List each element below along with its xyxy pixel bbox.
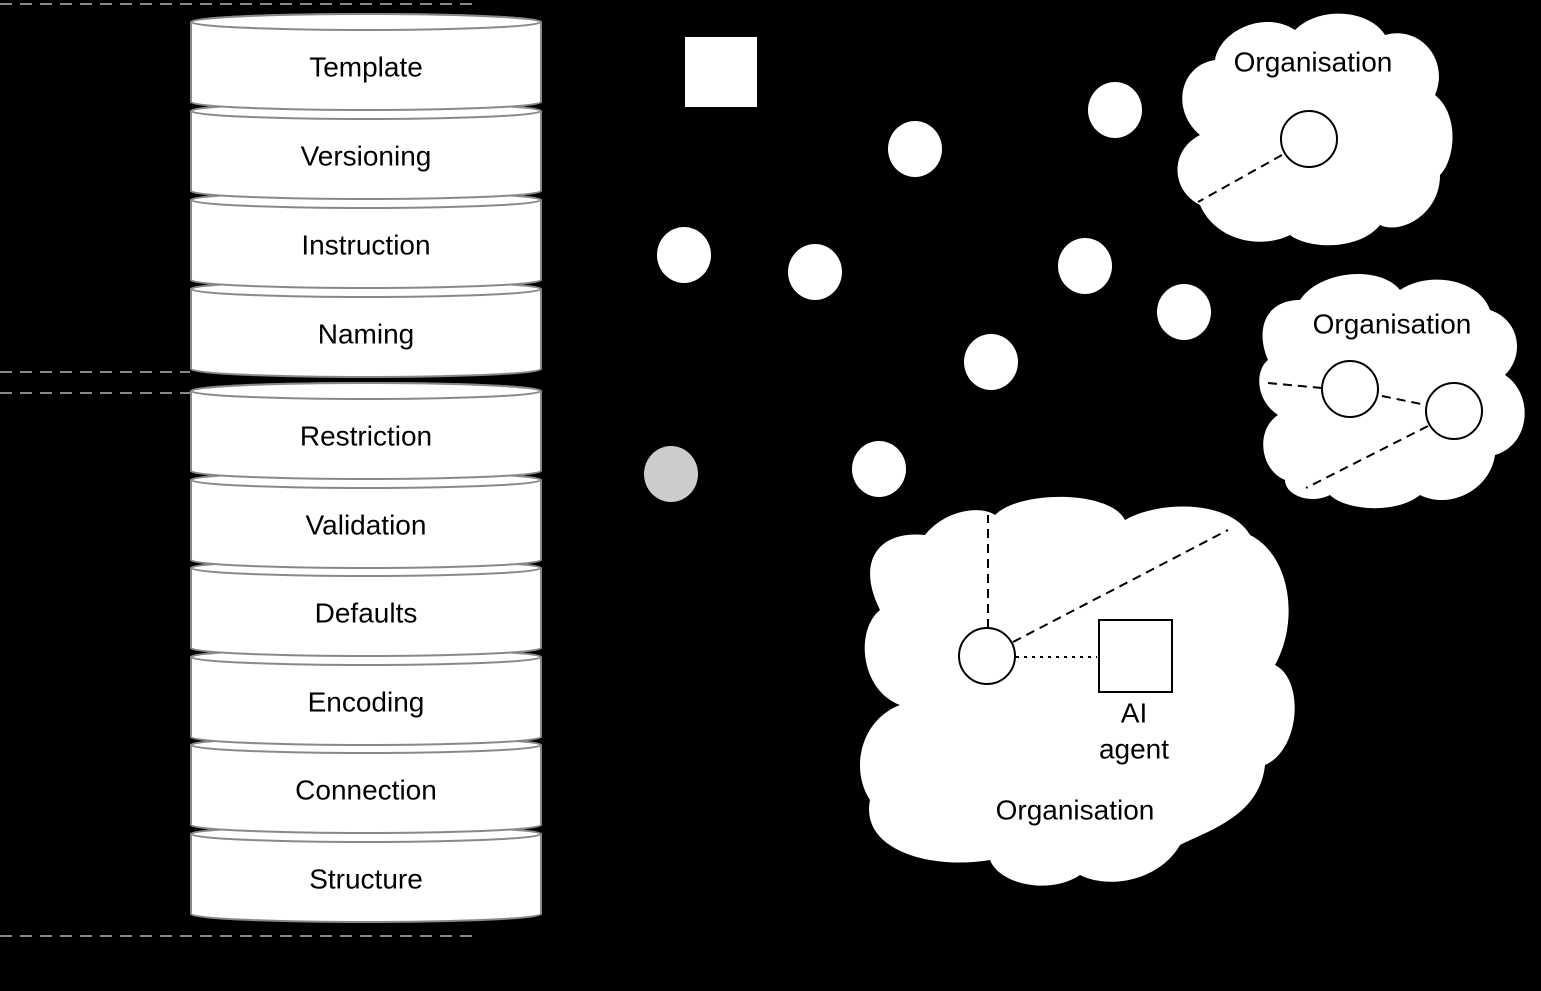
layer-label: Encoding xyxy=(308,686,425,717)
node xyxy=(1088,82,1142,138)
layer-label: Template xyxy=(309,51,423,82)
node xyxy=(788,244,842,300)
ai-agent-label-line2: agent xyxy=(1099,733,1169,764)
layer-validation: Validation xyxy=(190,471,542,569)
node xyxy=(657,227,711,283)
ai-agent-label-line1: AI xyxy=(1121,697,1147,728)
node xyxy=(888,121,942,177)
layer-defaults: Defaults xyxy=(190,559,542,657)
cloud-label: Organisation xyxy=(996,794,1155,825)
highlighted-node xyxy=(644,446,698,502)
layer-label: Restriction xyxy=(300,420,432,451)
layer-encoding: Encoding xyxy=(190,648,542,746)
layer-connection: Connection xyxy=(190,736,542,834)
layer-instruction: Instruction xyxy=(190,191,542,289)
organisation-cloud-1: Organisation xyxy=(1177,13,1453,246)
node xyxy=(1157,284,1211,340)
diagram-canvas: Structure Connection Encoding Defaults Valid… xyxy=(0,3,1525,937)
layer-top xyxy=(190,382,542,400)
layer-top xyxy=(190,13,542,31)
member-node xyxy=(958,627,1016,685)
protocol-layer-stack: Structure Connection Encoding Defaults Valid… xyxy=(190,13,542,923)
cloud-label: Organisation xyxy=(1313,308,1472,339)
layer-structure: Structure xyxy=(190,825,542,923)
node xyxy=(852,441,906,497)
member-node xyxy=(1280,110,1338,168)
layer-label: Connection xyxy=(295,774,437,805)
organisation-cloud-3: AI agent Organisation xyxy=(860,496,1295,886)
cloud-shape xyxy=(860,496,1295,886)
layer-label: Versioning xyxy=(301,140,432,171)
layer-versioning: Versioning xyxy=(190,102,542,200)
layer-label: Defaults xyxy=(315,597,418,628)
member-node xyxy=(1425,382,1483,440)
node xyxy=(964,334,1018,390)
legend-square-node xyxy=(685,37,757,107)
ai-agent-node xyxy=(1098,619,1173,693)
member-node xyxy=(1321,360,1379,418)
layer-label: Naming xyxy=(318,318,414,349)
layer-template: Template xyxy=(190,13,542,111)
layer-label: Instruction xyxy=(301,229,430,260)
layer-label: Validation xyxy=(306,509,427,540)
layer-label: Structure xyxy=(309,863,423,894)
cloud-label: Organisation xyxy=(1234,46,1393,77)
layer-naming: Naming xyxy=(190,280,542,378)
layer-restriction: Restriction xyxy=(190,382,542,480)
organisation-cloud-2: Organisation xyxy=(1259,273,1525,509)
node xyxy=(1058,238,1112,294)
